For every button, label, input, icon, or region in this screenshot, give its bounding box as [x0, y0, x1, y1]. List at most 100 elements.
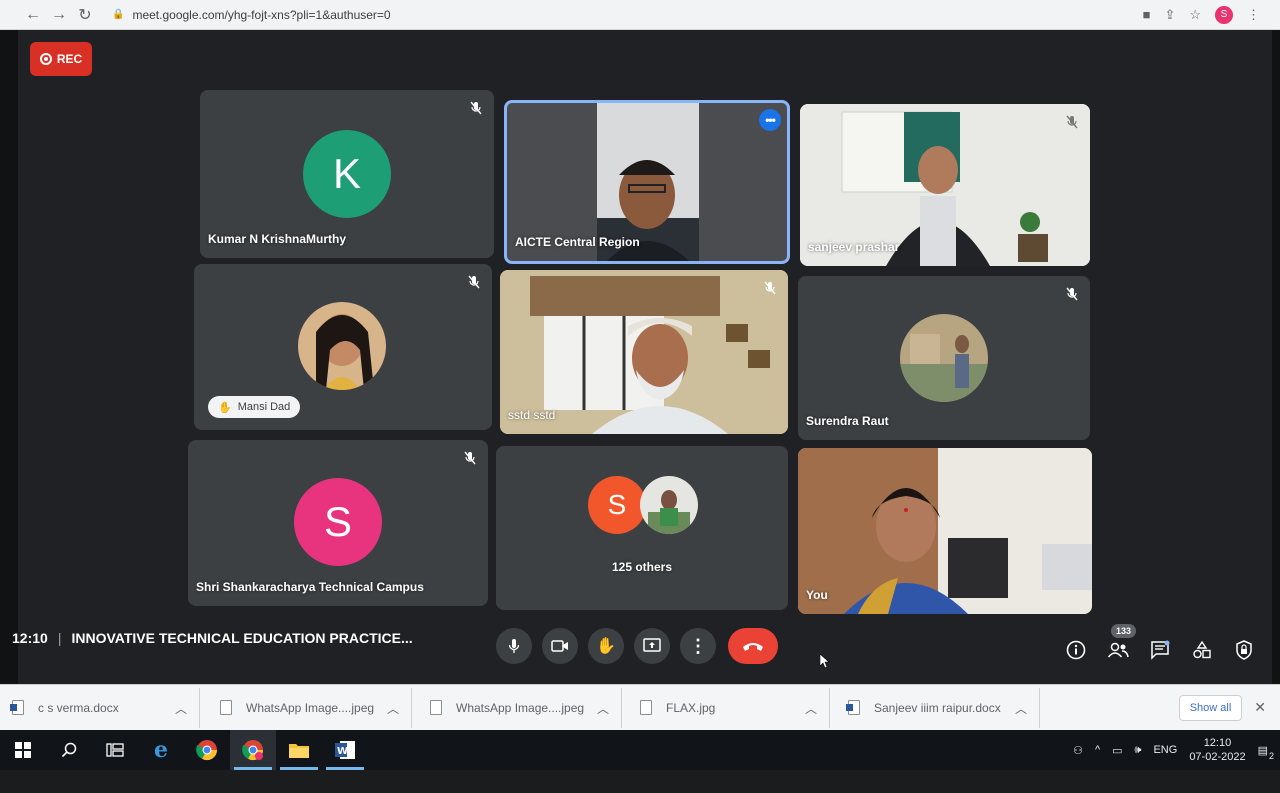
mic-button[interactable] — [496, 628, 532, 664]
close-icon[interactable]: ✕ — [1254, 699, 1266, 716]
mic-off-icon — [470, 101, 482, 115]
meeting-details: 12:10 | INNOVATIVE TECHNICAL EDUCATION P… — [12, 630, 413, 646]
self-tile[interactable]: You — [798, 448, 1092, 614]
participant-name: Mansi Dad — [237, 401, 291, 413]
meet-window: REC K Kumar N KrishnaMurthy ••• AICTE Ce… — [12, 30, 1272, 684]
start-button[interactable] — [0, 730, 46, 770]
raise-hand-button[interactable]: ✋ — [588, 628, 624, 664]
download-item[interactable]: WhatsApp Image....jpeg ︿ — [412, 687, 622, 728]
participant-avatar: S — [588, 476, 646, 534]
download-item[interactable]: WhatsApp Image....jpeg ︿ — [200, 687, 412, 728]
participant-tile[interactable]: sstd sstd — [500, 270, 788, 434]
system-tray: ⚇ ^ ▭ 🕪 ENG 12:10 07-02-2022 ▤ 2 — [1073, 736, 1280, 764]
chevron-up-icon[interactable]: ︿ — [1015, 700, 1027, 717]
activities-button[interactable] — [1190, 638, 1214, 662]
host-controls-button[interactable] — [1232, 638, 1256, 662]
more-vert-icon: ⋮ — [689, 635, 707, 656]
participant-tile-active[interactable]: ••• AICTE Central Region — [504, 100, 790, 264]
taskbar-word[interactable]: W — [322, 730, 368, 770]
participant-tile[interactable]: S Shri Shankaracharya Technical Campus — [188, 440, 488, 606]
url-text: meet.google.com/yhg-fojt-xns?pli=1&authu… — [132, 7, 391, 22]
participant-photo-avatar — [900, 314, 988, 402]
windows-logo-icon — [15, 742, 31, 758]
chevron-up-icon[interactable]: ︿ — [597, 700, 609, 717]
activities-icon — [1193, 640, 1211, 659]
people-button[interactable]: 133 — [1106, 624, 1136, 662]
camera-button[interactable] — [542, 628, 578, 664]
meeting-info-button[interactable] — [1064, 638, 1088, 662]
clock-time: 12:10 — [1203, 737, 1232, 749]
leave-call-button[interactable] — [728, 628, 778, 664]
internet-explorer-icon: e — [154, 737, 168, 763]
others-tile[interactable]: S 125 others — [496, 446, 788, 610]
show-all-button[interactable]: Show all — [1178, 694, 1243, 721]
participant-tile[interactable]: Surendra Raut — [798, 276, 1090, 440]
more-options-icon[interactable]: ••• — [759, 109, 781, 131]
participant-tile[interactable]: K Kumar N KrishnaMurthy — [200, 90, 494, 258]
language-indicator[interactable]: ENG — [1153, 744, 1177, 756]
download-filename: WhatsApp Image....jpeg — [456, 700, 585, 715]
download-item[interactable]: c s verma.docx ︿ — [0, 687, 200, 728]
profile-avatar[interactable]: S — [1215, 5, 1233, 24]
raised-hand-chip: ✋ Mansi Dad — [208, 396, 301, 418]
clock-date: 07-02-2022 — [1189, 751, 1246, 763]
taskbar-chrome-profile[interactable] — [230, 730, 276, 770]
download-filename: FLAX.jpg — [666, 700, 716, 715]
taskbar-file-explorer[interactable] — [276, 730, 322, 770]
mic-off-icon — [1066, 287, 1078, 301]
taskbar-edge[interactable]: e — [138, 730, 184, 770]
chevron-up-icon[interactable]: ︿ — [387, 700, 399, 717]
back-icon[interactable]: ← — [20, 4, 46, 26]
word-icon: W — [335, 741, 355, 759]
others-count: 125 others — [611, 560, 673, 574]
browser-menu-icon[interactable]: ⋮ — [1247, 7, 1260, 23]
download-item[interactable]: Sanjeev iiim raipur.docx ︿ — [830, 687, 1040, 728]
download-item[interactable]: FLAX.jpg ︿ — [622, 687, 830, 728]
participant-tile[interactable]: ✋ Mansi Dad — [194, 264, 492, 430]
mic-off-icon — [464, 451, 476, 465]
word-file-icon — [846, 700, 860, 715]
search-button[interactable] — [46, 730, 92, 770]
star-icon[interactable]: ☆ — [1189, 7, 1201, 23]
network-icon[interactable]: ▭ — [1112, 744, 1122, 757]
chat-button[interactable] — [1148, 638, 1172, 662]
chevron-up-icon[interactable]: ︿ — [175, 700, 187, 717]
participant-name: Surendra Raut — [806, 414, 889, 428]
shield-lock-icon — [1236, 640, 1252, 660]
taskbar-chrome[interactable] — [184, 730, 230, 770]
chevron-up-icon[interactable]: ︿ — [805, 700, 817, 717]
participant-photo-avatar — [640, 476, 698, 534]
participant-name: AICTE Central Region — [515, 235, 640, 249]
chevron-up-icon[interactable]: ^ — [1095, 744, 1100, 756]
meet-control-bar: 12:10 | INNOVATIVE TECHNICAL EDUCATION P… — [12, 620, 1272, 684]
forward-icon[interactable]: → — [46, 4, 72, 26]
notifications-icon[interactable]: ▤ 2 — [1258, 744, 1274, 761]
meeting-time: 12:10 — [12, 630, 48, 646]
separator: | — [57, 630, 62, 646]
participant-name: sanjeev prashar — [808, 240, 900, 254]
video-camera-icon — [551, 640, 568, 652]
address-bar[interactable]: 🔒 meet.google.com/yhg-fojt-xns?pli=1&aut… — [112, 4, 432, 26]
volume-icon[interactable]: 🕪 — [1135, 744, 1142, 757]
lock-icon: 🔒 — [112, 9, 125, 20]
hand-icon: ✋ — [596, 638, 616, 655]
participant-name: sstd sstd — [508, 408, 556, 422]
mouse-cursor-icon — [820, 654, 830, 668]
reload-icon[interactable]: ↻ — [72, 4, 98, 26]
mic-icon — [508, 639, 520, 653]
more-options-button[interactable]: ⋮ — [680, 628, 716, 664]
image-file-icon — [220, 700, 232, 715]
present-button[interactable] — [634, 628, 670, 664]
task-view-button[interactable] — [92, 730, 138, 770]
folder-icon — [289, 744, 309, 758]
share-icon[interactable]: ⇪ — [1164, 7, 1175, 23]
clock[interactable]: 12:10 07-02-2022 — [1189, 736, 1245, 764]
chat-icon — [1151, 640, 1170, 660]
people-tray-icon[interactable]: ⚇ — [1073, 744, 1083, 757]
participant-tile[interactable]: sanjeev prashar — [800, 104, 1090, 266]
word-file-icon — [10, 700, 24, 715]
mic-off-icon — [468, 275, 480, 289]
participant-avatar: K — [303, 130, 391, 218]
camera-icon[interactable]: ■ — [1143, 7, 1151, 22]
search-icon — [61, 742, 77, 758]
